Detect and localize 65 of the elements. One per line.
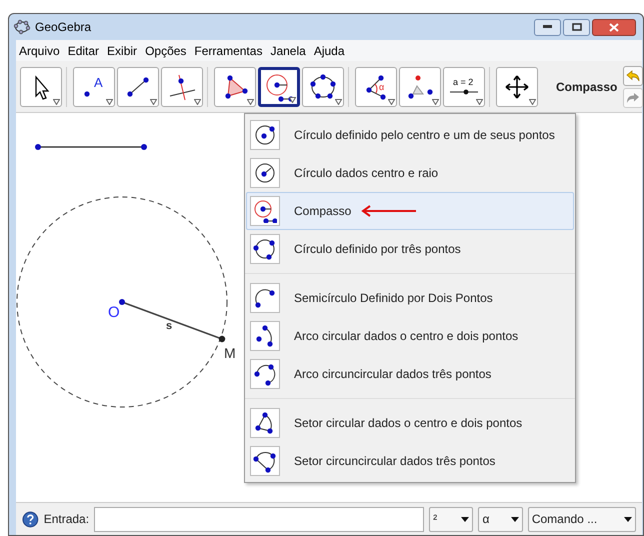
menu-item[interactable]: Ferramentas [194, 42, 262, 60]
tool-button[interactable] [399, 66, 441, 106]
tool-button[interactable] [258, 66, 300, 106]
tool-button[interactable] [496, 66, 538, 106]
app-logo-icon [14, 19, 30, 35]
dropdown-triangle-icon [289, 96, 296, 102]
menu-item[interactable]: Compasso [246, 192, 574, 230]
menu-item[interactable]: Círculo definido por três pontos [246, 230, 574, 268]
tool-button[interactable]: α [355, 66, 397, 106]
window-title: GeoGebra [35, 19, 92, 36]
dropdown-triangle-icon [476, 98, 483, 104]
menu-item[interactable]: Círculo definido pelo centro e um de seus pontos [246, 116, 574, 154]
minimize-button[interactable] [534, 18, 561, 36]
tool-button[interactable] [302, 66, 344, 106]
menu-item[interactable]: Setor circular dados o centro e dois pontos [246, 404, 574, 442]
undo-button[interactable] [623, 66, 644, 86]
dropdown-triangle-icon [106, 98, 113, 104]
minimize-icon [543, 25, 552, 29]
help-icon[interactable] [22, 510, 39, 528]
caret-icon [461, 516, 470, 522]
undo-icon [626, 70, 640, 82]
point-label: O [108, 303, 120, 323]
redo-button[interactable] [623, 88, 644, 108]
conic-icon [308, 72, 338, 102]
dropdown-triangle-icon [432, 98, 439, 104]
tool-name: Compasso [556, 78, 618, 96]
menu-item[interactable]: Exibir [107, 42, 138, 60]
tool-button[interactable]: a = 2 [443, 66, 485, 106]
menu-item[interactable]: Círculo dados centro e raio [246, 154, 574, 192]
compass-icon [264, 72, 294, 102]
menu-item[interactable]: Ajuda [314, 42, 345, 60]
tool-button[interactable] [161, 66, 203, 106]
tool-button[interactable] [117, 66, 159, 106]
tool-button[interactable] [20, 66, 62, 106]
menu-item[interactable]: Semicírculo Definido por Dois Pontos [246, 279, 574, 317]
menu-item[interactable]: Opções [145, 42, 186, 60]
menu-item[interactable]: Arquivo [19, 42, 60, 60]
segment-label: s [166, 319, 172, 334]
tool-button[interactable] [214, 66, 256, 106]
maximize-icon [572, 23, 582, 31]
dropdown-triangle-icon [388, 98, 395, 104]
caret-icon [510, 516, 519, 522]
dropdown[interactable]: α [478, 506, 523, 532]
close-icon [609, 22, 619, 32]
caret-icon [624, 516, 632, 522]
point-label: M [224, 344, 236, 363]
menu-item[interactable]: Janela [270, 42, 306, 60]
menu-item[interactable]: Arco circular dados o centro e dois pontos [246, 317, 574, 355]
input-label: Entrada: [44, 511, 90, 528]
menu-item[interactable]: Setor circuncircular dados três pontos [246, 442, 574, 480]
dropdown[interactable]: Comando ... [528, 506, 636, 532]
redo-icon [626, 92, 640, 104]
dropdown-triangle-icon [150, 98, 157, 104]
input-field[interactable] [94, 506, 424, 532]
tool-button[interactable]: A [73, 66, 115, 106]
dropdown-triangle-icon [247, 98, 254, 104]
dropdown[interactable]: ² [429, 506, 474, 532]
dropdown-triangle-icon [53, 98, 60, 104]
maximize-button[interactable] [563, 18, 590, 36]
close-button[interactable] [592, 18, 636, 36]
menu-item[interactable]: Arco circuncircular dados três pontos [246, 355, 574, 393]
menu-item[interactable]: Editar [68, 42, 100, 60]
dropdown-triangle-icon [529, 98, 536, 104]
dropdown-triangle-icon [335, 98, 342, 104]
dropdown-triangle-icon [194, 98, 201, 104]
